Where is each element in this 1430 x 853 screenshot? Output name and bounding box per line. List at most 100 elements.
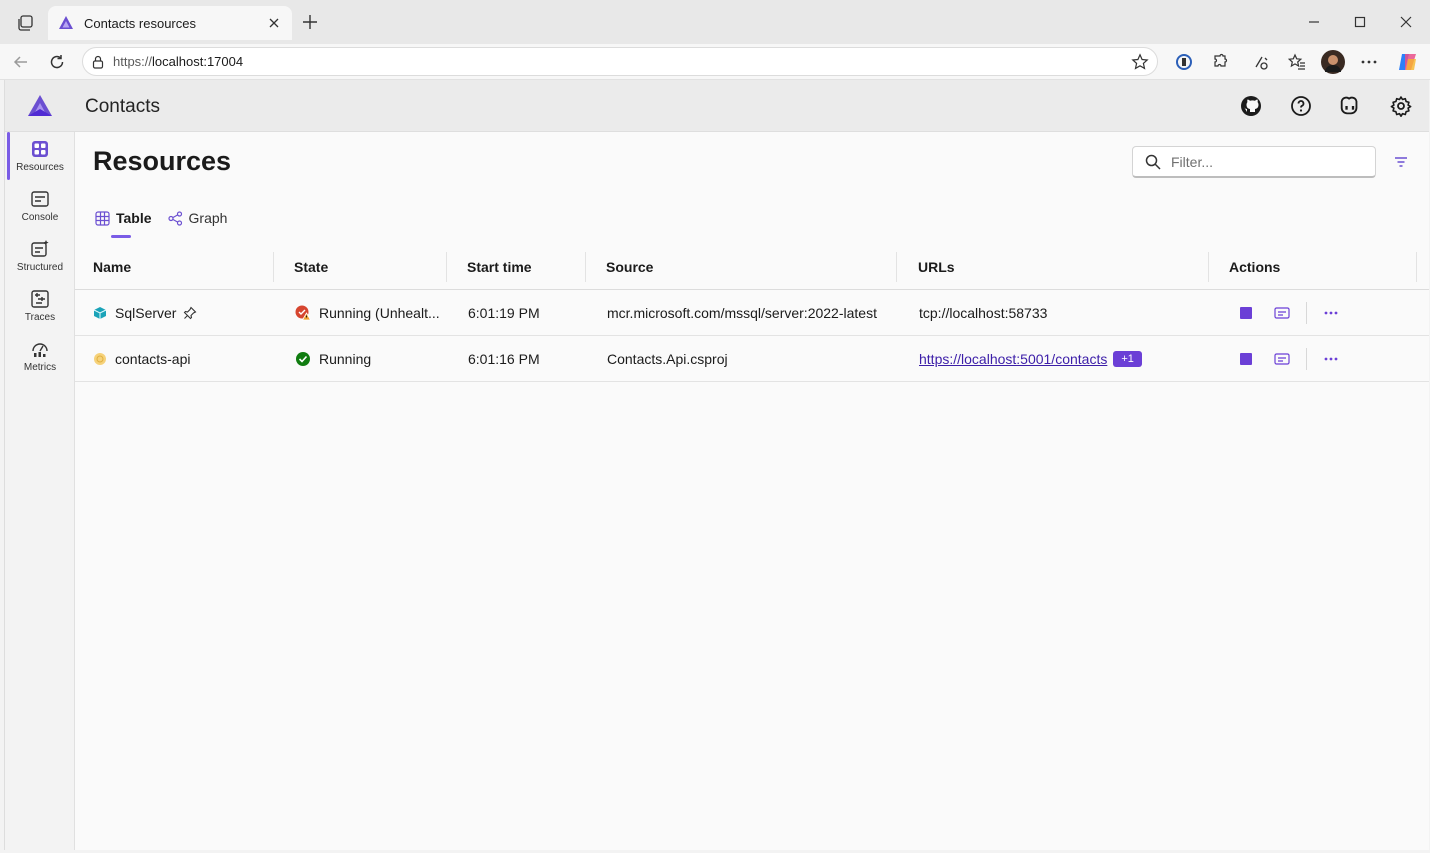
main-content: Resources Table Graph Name State — [75, 132, 1429, 850]
minimize-icon[interactable] — [1302, 10, 1326, 34]
sidebar-item-console[interactable]: Console — [5, 182, 75, 230]
more-menu-icon[interactable] — [1357, 50, 1381, 74]
sidebar-item-traces[interactable]: Traces — [5, 282, 75, 330]
container-icon — [93, 306, 107, 320]
table-row[interactable]: SqlServer Running (Unhealt... 6:01:19 PM… — [75, 290, 1429, 336]
view-tabs: Table Graph — [95, 206, 243, 238]
page-title: Resources — [93, 146, 232, 176]
url-cell: tcp://localhost:58733 — [919, 290, 1047, 336]
password-manager-icon[interactable] — [1172, 50, 1196, 74]
source-cell: mcr.microsoft.com/mssql/server:2022-late… — [607, 305, 877, 321]
column-resize-handle[interactable] — [446, 252, 447, 282]
resource-name: SqlServer — [115, 305, 177, 321]
more-actions-button[interactable] — [1322, 305, 1340, 321]
column-resize-handle[interactable] — [1416, 252, 1417, 282]
endpoint-text: tcp://localhost:58733 — [919, 305, 1048, 321]
maximize-icon[interactable] — [1348, 10, 1372, 34]
state-text: Running — [319, 351, 372, 367]
console-logs-button[interactable] — [1273, 305, 1291, 321]
browser-tab[interactable]: Contacts resources — [48, 6, 292, 40]
favorite-star-icon[interactable] — [1131, 53, 1149, 76]
filter-field[interactable] — [1132, 146, 1376, 178]
browser-titlebar: Contacts resources — [0, 0, 1430, 44]
column-resize-handle[interactable] — [1208, 252, 1209, 282]
more-urls-badge[interactable]: +1 — [1113, 351, 1142, 367]
column-header-urls[interactable]: URLs — [918, 244, 955, 290]
column-resize-handle[interactable] — [585, 252, 586, 282]
settings-gear-icon[interactable] — [1389, 94, 1413, 118]
tab-title: Contacts resources — [84, 15, 196, 31]
unhealthy-warning-icon — [295, 305, 311, 321]
column-header-start-time[interactable]: Start time — [467, 244, 532, 290]
copilot-chat-icon[interactable] — [1338, 94, 1362, 118]
state-cell: Running (Unhealt... — [295, 290, 440, 336]
url-cell: https://localhost:5001/contacts +1 — [919, 336, 1142, 382]
new-tab-icon[interactable] — [300, 12, 320, 32]
metrics-icon — [32, 343, 48, 357]
app-title: Contacts — [85, 96, 160, 117]
endpoint-link[interactable]: https://localhost:5001/contacts — [919, 351, 1107, 367]
project-icon — [93, 352, 107, 366]
structured-logs-icon — [31, 240, 49, 257]
table-header: Name State Start time Source URLs Action… — [75, 244, 1429, 290]
url-text: https://localhost:17004 — [113, 54, 244, 69]
table-icon — [95, 210, 110, 226]
sidebar-item-metrics[interactable]: Metrics — [5, 332, 75, 380]
resource-name-cell: SqlServer — [93, 290, 197, 336]
favorites-icon[interactable] — [1285, 50, 1309, 74]
column-resize-handle[interactable] — [896, 252, 897, 282]
refresh-icon[interactable] — [45, 51, 69, 73]
resource-name-cell: contacts-api — [93, 336, 190, 382]
more-actions-button[interactable] — [1322, 351, 1340, 367]
column-resize-handle[interactable] — [273, 252, 274, 282]
console-logs-button[interactable] — [1273, 351, 1291, 367]
start-time-cell: 6:01:16 PM — [468, 351, 540, 367]
pin-icon[interactable] — [183, 306, 197, 320]
action-divider — [1306, 302, 1307, 324]
column-header-name[interactable]: Name — [93, 244, 131, 290]
column-header-state[interactable]: State — [294, 244, 328, 290]
column-header-actions: Actions — [1229, 259, 1281, 275]
source-cell: Contacts.Api.csproj — [607, 351, 728, 367]
filter-options-icon[interactable] — [1391, 152, 1411, 172]
lock-icon[interactable] — [91, 55, 105, 69]
extensions-icon[interactable] — [1208, 50, 1232, 74]
start-time-cell: 6:01:19 PM — [468, 305, 540, 321]
table-row[interactable]: contacts-api Running 6:01:16 PM Contacts… — [75, 336, 1429, 382]
close-window-icon[interactable] — [1394, 10, 1418, 34]
stop-button[interactable] — [1237, 305, 1255, 321]
graph-icon — [167, 210, 182, 226]
read-aloud-icon[interactable] — [1249, 50, 1273, 74]
tab-graph[interactable]: Graph — [167, 206, 227, 236]
sidebar-item-label: Resources — [16, 162, 64, 173]
help-icon[interactable] — [1289, 94, 1313, 118]
address-bar[interactable]: https://localhost:17004 — [82, 47, 1158, 76]
github-icon[interactable] — [1239, 94, 1263, 118]
stop-button[interactable] — [1237, 351, 1255, 367]
sidebar-item-resources[interactable]: Resources — [5, 132, 75, 180]
sidebar-item-structured[interactable]: Structured — [5, 232, 75, 280]
resources-grid-icon — [32, 141, 48, 157]
action-divider — [1306, 348, 1307, 370]
sidebar-nav: Resources Console Structured Traces Metr… — [5, 132, 75, 850]
tab-actions-icon[interactable] — [14, 12, 36, 34]
column-header-source[interactable]: Source — [606, 244, 653, 290]
search-icon — [1145, 154, 1161, 170]
sidebar-item-label: Metrics — [23, 362, 57, 373]
sidebar-item-label: Traces — [24, 312, 56, 323]
close-tab-icon[interactable] — [266, 15, 282, 31]
tab-label: Table — [116, 210, 152, 226]
app-header: Contacts — [5, 80, 1429, 132]
copilot-icon[interactable] — [1395, 50, 1419, 74]
profile-avatar[interactable] — [1321, 50, 1345, 74]
resource-name: contacts-api — [115, 351, 191, 367]
back-icon[interactable] — [9, 51, 33, 73]
tab-table[interactable]: Table — [95, 206, 152, 238]
traces-icon — [31, 290, 49, 308]
console-icon — [31, 191, 49, 207]
sidebar-item-label: Structured — [16, 262, 64, 273]
filter-input[interactable] — [1171, 153, 1351, 170]
browser-toolbar: https://localhost:17004 — [0, 44, 1430, 80]
aspire-logo-icon[interactable] — [27, 94, 53, 123]
state-cell: Running — [295, 336, 371, 382]
